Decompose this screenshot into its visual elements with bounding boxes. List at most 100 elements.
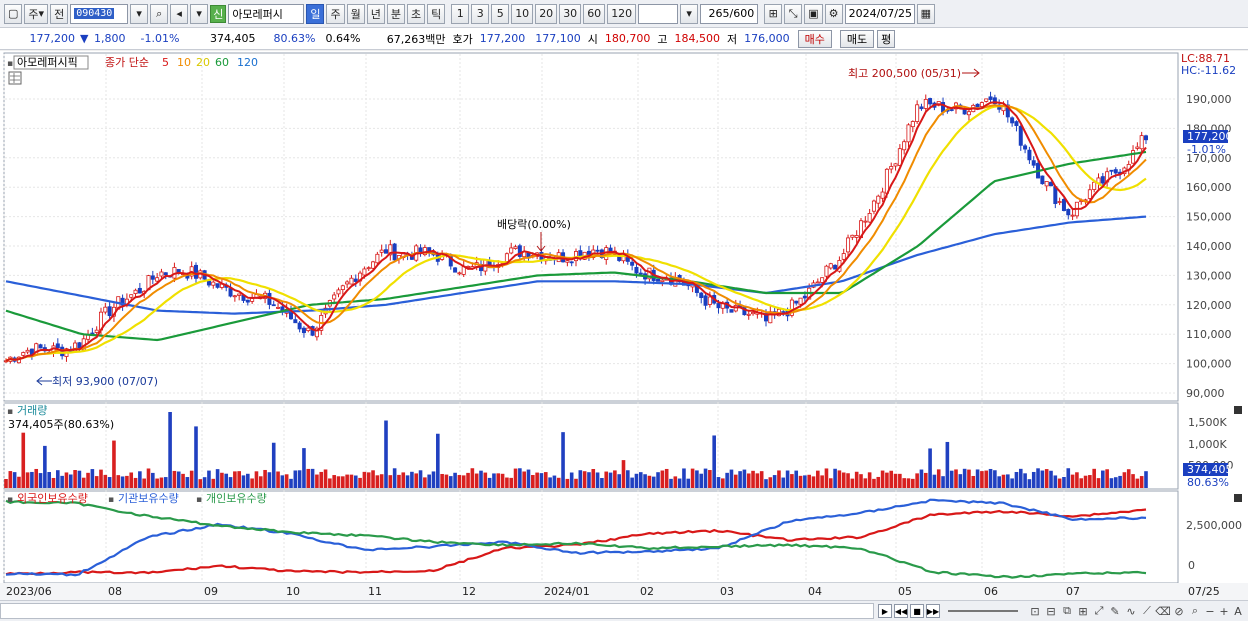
trend-icon[interactable]: ⤢ (1092, 604, 1106, 618)
erase-all-icon[interactable]: ⊘ (1172, 604, 1186, 618)
interval-dropdown-icon[interactable]: ▾ (680, 3, 699, 24)
tools-icon[interactable]: ⊞ (764, 3, 783, 24)
eraser-icon[interactable]: ⌫ (1155, 604, 1171, 618)
interval-button-120[interactable]: 120 (607, 3, 637, 24)
holdings-legend-foreign: 외국인보유수량 (17, 492, 88, 505)
volume-bar (1096, 478, 1101, 488)
volume-bar (669, 478, 673, 488)
zoom-slider[interactable] (948, 610, 1018, 612)
wave-icon[interactable]: ∿ (1124, 604, 1138, 618)
interval-button-5[interactable]: 5 (491, 3, 510, 24)
sell-button[interactable]: 매도 (839, 29, 875, 48)
quote-bar: 177,200 ▼ 1,800 -1.01% 374,405 80.63% 0.… (0, 28, 1248, 50)
candle-body (1018, 125, 1023, 146)
candle-body (867, 213, 872, 223)
period-button-1[interactable]: 주 (326, 3, 345, 24)
count-input[interactable]: 265/600 (700, 3, 759, 24)
interval-button-1[interactable]: 1 (451, 3, 470, 24)
volume-bar (319, 471, 324, 488)
window-icon[interactable]: ▢ (4, 3, 23, 24)
holdings-close-icon[interactable] (1234, 494, 1242, 502)
date-input[interactable]: 2024/07/25 (844, 3, 915, 24)
zoom-in-icon[interactable]: + (1217, 604, 1231, 618)
period-button-4[interactable]: 분 (386, 3, 405, 24)
low-value: 176,000 (744, 32, 790, 45)
draw-icon[interactable]: ⤡ (784, 3, 803, 24)
interval-button-10[interactable]: 10 (511, 3, 534, 24)
volume-bar (945, 441, 950, 488)
scroll-play-icon[interactable]: ▶ (878, 604, 892, 618)
interval-button-20[interactable]: 20 (535, 3, 558, 24)
scroll-stop-icon[interactable]: ■ (910, 604, 924, 618)
save-icon[interactable]: ▣ (804, 3, 823, 24)
chart-area[interactable]: ▪ 아모레퍼시픽 종가 단순 5 10 20 60 120 최고 200,500… (0, 51, 1248, 600)
period-kind-select[interactable]: 주 ▾ (24, 3, 49, 24)
period-button-0[interactable]: 일 (306, 3, 325, 24)
volume-bar (708, 470, 712, 488)
volume-bar (660, 470, 665, 488)
grid-icon[interactable]: ⊞ (1076, 604, 1090, 618)
volume-bar (820, 475, 824, 488)
font-size-icon[interactable]: A (1231, 604, 1245, 618)
dropdown-icon[interactable]: ▾ (190, 3, 209, 24)
volume-bar (543, 472, 548, 488)
volume-bar (630, 477, 634, 488)
split-icon[interactable]: ⊟ (1044, 604, 1058, 618)
volume-bar (453, 472, 457, 488)
buy-button[interactable]: 매수 (797, 29, 832, 48)
candle-body (215, 283, 220, 288)
volume-bar (306, 468, 311, 488)
gear-icon[interactable]: ⚙ (824, 3, 843, 24)
window-icon-2[interactable]: ⧉ (1060, 604, 1074, 618)
speaker-icon[interactable]: ◂ (170, 3, 189, 24)
volume-bar (833, 468, 837, 488)
volume-bar (638, 472, 643, 488)
search-icon[interactable]: ⌕ (150, 3, 169, 24)
candle-body (565, 260, 570, 263)
volume-bar (1092, 468, 1096, 488)
interval-button-3[interactable]: 3 (471, 3, 490, 24)
layout-icon[interactable]: ⊡ (1028, 604, 1042, 618)
candle-body (457, 272, 462, 275)
candle-body (975, 103, 980, 108)
period-button-2[interactable]: 월 (346, 3, 365, 24)
eval-button[interactable]: 평 (877, 29, 896, 48)
period-button-5[interactable]: 초 (406, 3, 426, 24)
volume-bar (1144, 471, 1148, 488)
code-dropdown-icon[interactable]: ▾ (130, 3, 149, 24)
volume-bar (492, 473, 496, 488)
chart-scrollbar[interactable] (0, 603, 874, 619)
price-tick-label: 130,000 (1186, 269, 1232, 282)
zoom-out-icon[interactable]: − (1203, 604, 1217, 618)
interval-button-60[interactable]: 60 (583, 3, 606, 24)
interval-custom-input[interactable] (638, 3, 679, 24)
candle-body (1044, 181, 1049, 187)
interval-button-30[interactable]: 30 (559, 3, 582, 24)
price-tick-label: 150,000 (1186, 211, 1232, 224)
stock-name-field[interactable]: 아모레퍼시 (228, 3, 305, 24)
candle-body (345, 281, 350, 285)
volume-bar (60, 475, 64, 488)
line-tool-icon[interactable]: ⟋ (1140, 604, 1154, 618)
code-input[interactable]: 090430 (70, 3, 129, 24)
magnifier-icon[interactable]: ⌕ (1188, 604, 1202, 618)
scroll-first-icon[interactable]: ◀◀ (894, 604, 908, 618)
calendar-icon[interactable]: ▦ (916, 3, 935, 24)
table-toggle-icon[interactable] (8, 71, 22, 85)
scroll-last-icon[interactable]: ▶▶ (926, 604, 940, 618)
pen-icon[interactable]: ✎ (1108, 604, 1122, 618)
prev-button[interactable]: 전 (50, 3, 69, 24)
volume-close-icon[interactable] (1234, 406, 1242, 414)
volume-bar (850, 478, 855, 488)
period-button-3[interactable]: 년 (366, 3, 385, 24)
volume-bar (1088, 475, 1092, 488)
volume-bar (375, 475, 380, 488)
volume-bar (241, 475, 246, 488)
x-axis-label: 2024/01 (544, 585, 590, 598)
period-button-6[interactable]: 틱 (427, 3, 446, 24)
new-badge: 신 (210, 4, 227, 23)
volume-bar (1053, 475, 1058, 488)
volume-bar (975, 469, 980, 488)
volume-bar (276, 471, 280, 488)
volume-bar (1006, 474, 1010, 488)
